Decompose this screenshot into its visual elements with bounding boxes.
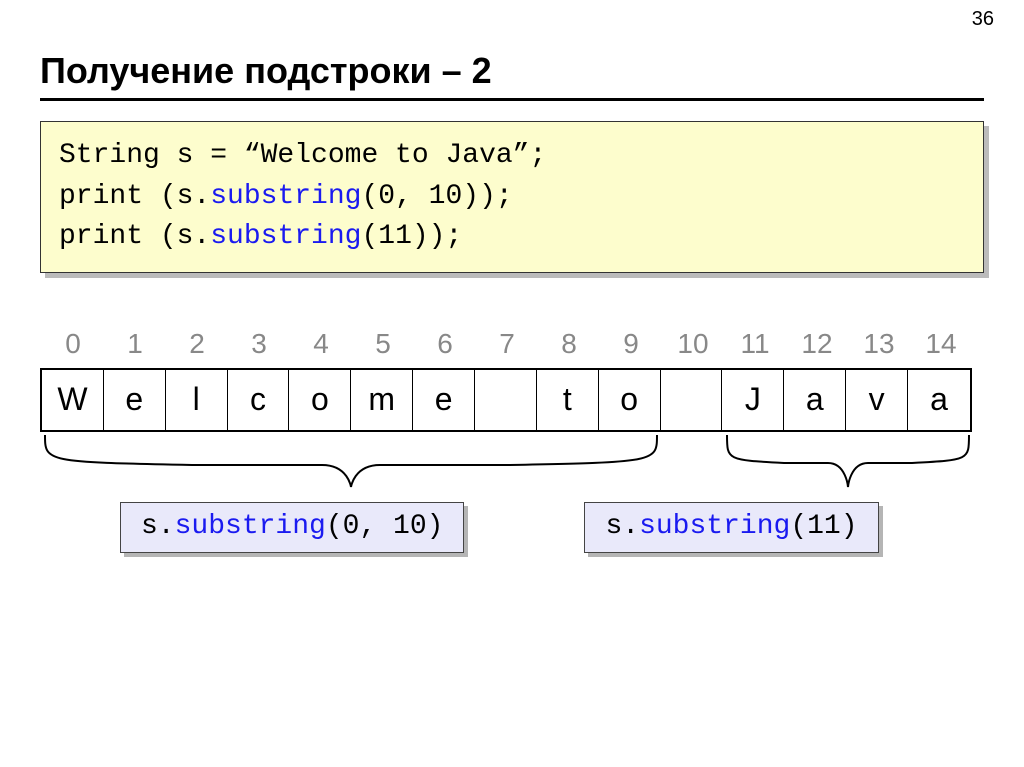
index-cell: 3 [228,328,290,360]
code-l3-fn: substring [210,221,361,252]
code-line-3: print (s.substring(11)); [59,217,965,258]
code-line-1: String s = “Welcome to Java”; [59,136,965,177]
brace-area [40,432,984,502]
code-l3-pre: print (s. [59,221,210,252]
char-row: Welcome to Java [40,368,972,432]
char-cell: a [784,370,846,430]
char-cell: e [104,370,166,430]
char-cell [661,370,723,430]
code-l3-post: (11)); [361,221,462,252]
index-cell: 11 [724,328,786,360]
char-cell: o [289,370,351,430]
char-cell: o [599,370,661,430]
code-l2-pre: print (s. [59,181,210,212]
char-cell: l [166,370,228,430]
char-cell: v [846,370,908,430]
sub-b-fn: substring [639,511,790,542]
char-cell: J [722,370,784,430]
code-l2-fn: substring [210,181,361,212]
sub-a-pre: s. [141,511,175,542]
index-cell: 6 [414,328,476,360]
sub-b-post: (11) [790,511,857,542]
sub-b-pre: s. [605,511,639,542]
char-cell: a [908,370,970,430]
code-l2-post: (0, 10)); [361,181,512,212]
substring-label-b: s.substring(11) [584,502,878,553]
index-cell: 5 [352,328,414,360]
index-cell: 4 [290,328,352,360]
substring-label-a: s.substring(0, 10) [120,502,464,553]
index-cell: 10 [662,328,724,360]
char-cell: e [413,370,475,430]
char-cell [475,370,537,430]
index-cell: 7 [476,328,538,360]
brace-left [42,432,660,502]
char-cell: t [537,370,599,430]
index-cell: 1 [104,328,166,360]
char-cell: W [42,370,104,430]
title-divider [40,98,984,101]
index-cell: 8 [538,328,600,360]
index-cell: 13 [848,328,910,360]
char-cell: m [351,370,413,430]
page-title: Получение подстроки – 2 [40,50,984,92]
index-cell: 9 [600,328,662,360]
code-line-2: print (s.substring(0, 10)); [59,177,965,218]
index-row: 01234567891011121314 [42,328,984,360]
index-cell: 2 [166,328,228,360]
sub-a-fn: substring [175,511,326,542]
brace-right [724,432,972,502]
char-cell: c [228,370,290,430]
code-block: String s = “Welcome to Java”; print (s.s… [40,121,984,273]
sub-a-post: (0, 10) [326,511,444,542]
index-cell: 14 [910,328,972,360]
substring-labels: s.substring(0, 10) s.substring(11) [40,502,984,553]
page-number: 36 [972,8,994,31]
index-cell: 12 [786,328,848,360]
index-cell: 0 [42,328,104,360]
